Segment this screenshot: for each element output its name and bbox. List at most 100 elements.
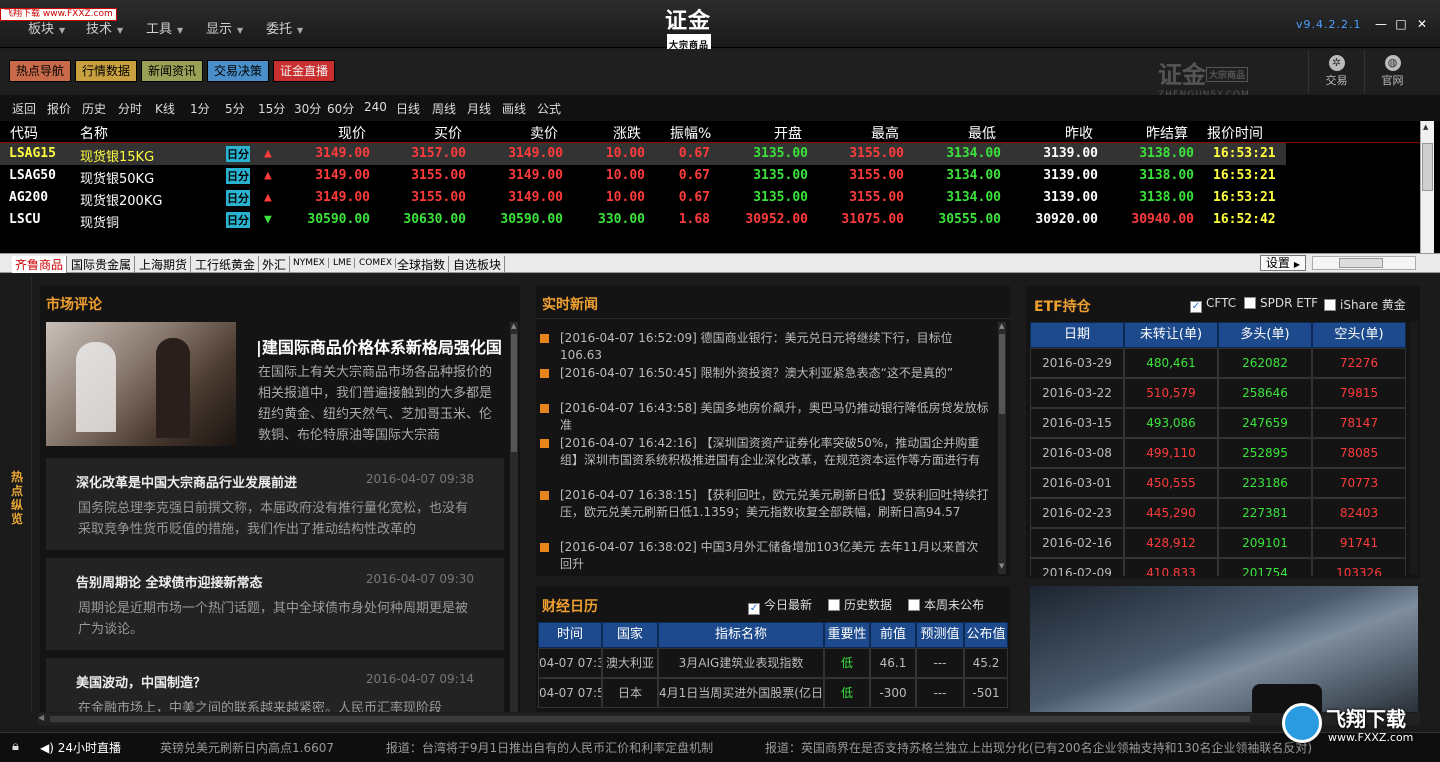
col-header[interactable]: 重要性	[824, 622, 870, 648]
col-header[interactable]: 现价	[338, 123, 366, 143]
item-title[interactable]: 深化改革是中国大宗商品行业发展前进	[76, 472, 324, 491]
day-minute-tag[interactable]: 日分	[226, 146, 250, 162]
week-unpublished-checkbox[interactable]: 本周未公布	[908, 596, 984, 613]
period-240[interactable]: 240	[364, 100, 387, 114]
menu-jishu[interactable]: 技术 ▼	[86, 18, 123, 37]
table-row[interactable]: 2016-03-29 480,461 262082 72276	[1030, 348, 1406, 378]
col-header[interactable]: 振幅%	[670, 123, 711, 143]
news-item[interactable]: [2016-04-07 16:43:58] 美国多地房价飙升，奥巴马仍推动银行降…	[540, 400, 990, 432]
table-row[interactable]: 2016-02-09 410,833 201754 103326	[1030, 558, 1406, 576]
col-header[interactable]: 指标名称	[658, 622, 824, 648]
nav-quotes-button[interactable]: 行情数据	[75, 60, 138, 82]
quote-scrollbar[interactable]: ▲	[1420, 121, 1434, 253]
quote-row[interactable]: LSCU 现货铜 日分 ▼ 30590.00 30630.00 30590.00…	[0, 209, 1420, 231]
tab-lme[interactable]: LME	[330, 258, 356, 268]
content-scrollbar[interactable]: ◀	[38, 713, 1420, 725]
scroll-thumb[interactable]	[1422, 143, 1433, 191]
tab-watchlist[interactable]: 自选板块	[450, 256, 506, 273]
scroll-down-icon[interactable]: ▼	[999, 562, 1004, 570]
list-item[interactable]: 美国波动，中国制造？ 2016-04-07 09:14 在金融市场上，中美之间的…	[46, 658, 504, 712]
col-header[interactable]: 开盘	[774, 123, 802, 143]
col-header[interactable]: 昨收	[1065, 123, 1093, 143]
scroll-thumb[interactable]	[50, 716, 1250, 722]
col-header[interactable]: 买价	[434, 123, 462, 143]
nav-hot-button[interactable]: 热点导航	[9, 60, 72, 82]
trade-button[interactable]: ✲ 交易	[1308, 51, 1364, 93]
col-header[interactable]: 最高	[871, 123, 899, 143]
today-latest-checkbox[interactable]: ✓ 今日最新	[748, 596, 812, 615]
table-row[interactable]: 2016-03-08 499,110 252895 78085	[1030, 438, 1406, 468]
news-item[interactable]: [2016-04-07 16:38:02] 中国3月外汇储备增加103亿美元 去…	[540, 539, 990, 571]
col-header[interactable]: 卖价	[530, 123, 558, 143]
promo-image[interactable]	[1030, 586, 1418, 714]
featured-title[interactable]: |建国际商品价格体系新格局强化国	[256, 334, 504, 358]
close-button[interactable]: ✕	[1413, 17, 1431, 31]
col-header[interactable]: 日期	[1030, 322, 1124, 348]
nav-trade-decision-button[interactable]: 交易决策	[207, 60, 270, 82]
scroll-left-icon[interactable]: ◀	[38, 713, 44, 722]
day-minute-tag[interactable]: 日分	[226, 190, 250, 206]
col-header[interactable]: 涨跌	[613, 123, 641, 143]
news-ticker[interactable]: 英镑兑美元刷新日内高点1.6607 报道：台湾将于9月1日推出自有的人民币汇价和…	[160, 739, 1360, 756]
period-day[interactable]: 日线	[396, 100, 420, 117]
list-item[interactable]: 告别周期论 全球债市迎接新常态 2016-04-07 09:30 周期论是近期市…	[46, 558, 504, 650]
tab-qilu[interactable]: 齐鲁商品	[12, 256, 68, 273]
hot-overview-tab[interactable]: 热点纵览	[0, 275, 32, 713]
restore-button[interactable]: □	[1392, 17, 1410, 31]
menu-xianshi[interactable]: 显示 ▼	[206, 18, 243, 37]
scroll-thumb[interactable]	[511, 334, 517, 452]
news-item[interactable]: [2016-04-07 16:52:09] 德国商业银行：美元兑日元将继续下行，…	[540, 330, 990, 362]
quote-row[interactable]: LSAG15 现货银15KG 日分 ▲ 3149.00 3157.00 3149…	[0, 143, 1286, 165]
tab-nymex[interactable]: NYMEX	[290, 258, 329, 268]
period-15min[interactable]: 15分	[258, 100, 285, 117]
commentary-scrollbar[interactable]: ▲	[510, 322, 518, 712]
col-header[interactable]: 名称	[80, 123, 108, 143]
scroll-up-icon[interactable]: ▲	[1423, 123, 1432, 131]
day-minute-tag[interactable]: 日分	[226, 212, 250, 228]
tabs-scrollbar[interactable]	[1312, 256, 1416, 270]
scroll-thumb[interactable]	[1339, 258, 1383, 268]
item-title[interactable]: 告别周期论 全球债市迎接新常态	[76, 572, 324, 591]
table-row[interactable]: 2016-02-23 445,290 227381 82403	[1030, 498, 1406, 528]
table-row[interactable]: 2016-02-16 428,912 209101 91741	[1030, 528, 1406, 558]
list-item[interactable]: 深化改革是中国大宗商品行业发展前进 2016-04-07 09:38 国务院总理…	[46, 458, 504, 550]
scroll-up-icon[interactable]: ▲	[999, 322, 1004, 330]
history-data-checkbox[interactable]: 历史数据	[828, 596, 892, 613]
tab-shanghai-futures[interactable]: 上海期货	[136, 256, 192, 273]
period-1min[interactable]: 1分	[190, 100, 210, 117]
ishare-gold-checkbox[interactable]: iShare 黄金	[1324, 296, 1406, 313]
news-item[interactable]: [2016-04-07 16:50:45] 限制外资投资？澳大利亚紧急表态“这不…	[540, 365, 990, 383]
live-24h-button[interactable]: ◀) 24小时直播	[40, 739, 121, 756]
col-header[interactable]: 报价时间	[1207, 123, 1263, 143]
period-60min[interactable]: 60分	[327, 100, 354, 117]
period-30min[interactable]: 30分	[294, 100, 321, 117]
table-row[interactable]: 2016-03-22 510,579 258646 79815	[1030, 378, 1406, 408]
period-back[interactable]: 返回	[12, 100, 36, 117]
tab-icbc-gold[interactable]: 工行纸黄金	[192, 256, 260, 273]
col-header[interactable]: 预测值	[916, 622, 964, 648]
col-header[interactable]: 多头(单)	[1218, 322, 1312, 348]
nav-news-button[interactable]: 新闻资讯	[141, 60, 204, 82]
cftc-checkbox[interactable]: ✓ CFTC	[1190, 296, 1236, 313]
col-header[interactable]: 前值	[870, 622, 916, 648]
period-5min[interactable]: 5分	[225, 100, 245, 117]
settings-button[interactable]: 设置 ▶	[1260, 255, 1306, 271]
table-row[interactable]: 2016-03-01 450,555 223186 70773	[1030, 468, 1406, 498]
quote-row[interactable]: AG200 现货银200KG 日分 ▲ 3149.00 3155.00 3149…	[0, 187, 1420, 209]
col-header[interactable]: 空头(单)	[1312, 322, 1406, 348]
website-button[interactable]: ◍ 官网	[1364, 51, 1420, 93]
table-row[interactable]: 2016-03-15 493,086 247659 78147	[1030, 408, 1406, 438]
period-formula[interactable]: 公式	[537, 100, 561, 117]
minimize-button[interactable]: —	[1372, 17, 1390, 31]
spdr-etf-checkbox[interactable]: SPDR ETF	[1244, 296, 1318, 310]
col-header[interactable]: 代码	[10, 123, 38, 143]
scroll-up-icon[interactable]: ▲	[511, 322, 516, 330]
period-kline[interactable]: K线	[155, 100, 175, 117]
menu-weituo[interactable]: 委托 ▼	[266, 18, 303, 37]
period-draw[interactable]: 画线	[502, 100, 526, 117]
quote-row[interactable]: LSAG50 现货银50KG 日分 ▲ 3149.00 3155.00 3149…	[0, 165, 1420, 187]
period-history[interactable]: 历史	[82, 100, 106, 117]
period-timeshare[interactable]: 分时	[118, 100, 142, 117]
table-row[interactable]: 04-07 07:30 澳大利亚 3月AIG建筑业表现指数 低 46.1 ---…	[538, 648, 1008, 678]
col-header[interactable]: 国家	[602, 622, 658, 648]
